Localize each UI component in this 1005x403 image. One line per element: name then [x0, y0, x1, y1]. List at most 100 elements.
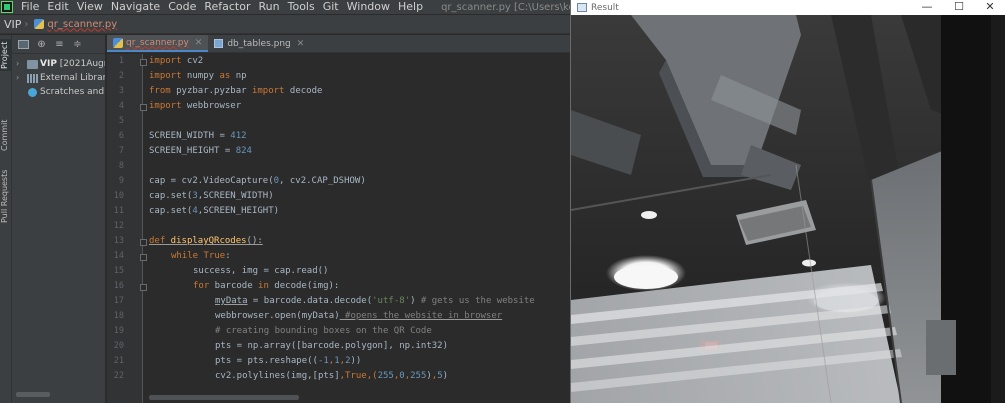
fold-marker-icon[interactable]	[140, 59, 147, 66]
line-number: 3	[118, 86, 124, 96]
line-number: 21	[113, 356, 124, 366]
menu-help[interactable]: Help	[394, 0, 427, 14]
menu-refactor[interactable]: Refactor	[200, 0, 254, 14]
close-tab-icon[interactable]: ✕	[297, 39, 305, 49]
code-line-10: cap.set(3,SCREEN_WIDTH)	[149, 191, 274, 201]
tool-tab-pull-requests[interactable]: Pull Requests	[0, 167, 12, 225]
editor-tab-bar: qr_scanner.py ✕ db_tables.png ✕	[107, 35, 570, 53]
line-number: 8	[118, 161, 124, 171]
expand-arrow-icon[interactable]: ›	[16, 57, 19, 71]
code-line-6: SCREEN_WIDTH = 412	[149, 131, 247, 141]
menu-run[interactable]: Run	[255, 0, 284, 14]
library-icon	[27, 74, 38, 83]
menu-code[interactable]: Code	[164, 0, 200, 14]
tree-item-label: External Libraries	[40, 73, 106, 83]
code-line-20: pts = np.array([barcode.polygon], np.int…	[215, 341, 448, 351]
navigation-bar: VIP › qr_scanner.py	[0, 15, 570, 34]
folder-icon	[27, 60, 38, 69]
left-tool-strip: Project Commit Pull Requests	[0, 35, 12, 403]
tool-tab-commit[interactable]: Commit	[0, 117, 12, 153]
code-line-22: cv2.polylines(img,[pts],True,(255,0,255)…	[215, 371, 449, 381]
line-number: 14	[113, 251, 124, 261]
fold-marker-icon[interactable]	[140, 239, 147, 246]
tab-qr-scanner[interactable]: qr_scanner.py ✕	[107, 35, 209, 52]
close-tab-icon[interactable]: ✕	[195, 38, 203, 48]
window-app-icon	[577, 3, 587, 12]
code-line-1: import cv2	[149, 56, 204, 66]
camera-frame	[571, 15, 1005, 403]
code-line-21: pts = pts.reshape((-1,1,2))	[215, 356, 362, 366]
image-file-icon	[214, 39, 224, 48]
menu-window[interactable]: Window	[343, 0, 394, 14]
code-line-17: myData = barcode.data.decode('utf-8') # …	[215, 296, 535, 306]
project-toolbar: ⊕ ≡ ≑	[12, 35, 105, 54]
line-number: 9	[118, 176, 124, 186]
maximize-button[interactable]: ☐	[943, 0, 975, 15]
tree-item-label: Scratches and Con	[40, 87, 105, 97]
line-number-gutter: 1 2 3 4 5 6 7 8 9 10 11 12 13 14 15 16 1…	[107, 54, 147, 403]
menu-git[interactable]: Git	[319, 0, 343, 14]
tab-db-tables[interactable]: db_tables.png ✕	[208, 35, 310, 52]
code-area[interactable]: 1 2 3 4 5 6 7 8 9 10 11 12 13 14 15 16 1…	[107, 54, 570, 403]
project-view-icon[interactable]	[18, 39, 29, 49]
code-line-15: success, img = cap.read()	[193, 266, 329, 276]
menu-tools[interactable]: Tools	[284, 0, 319, 14]
line-number: 13	[113, 236, 124, 246]
tab-label: db_tables.png	[227, 38, 291, 49]
line-number: 17	[113, 296, 124, 306]
expand-arrow-icon[interactable]: ›	[16, 71, 19, 85]
camera-feed-image	[571, 15, 1005, 403]
code-line-7: SCREEN_HEIGHT = 824	[149, 146, 252, 156]
collapse-all-icon[interactable]: ≑	[72, 39, 83, 50]
pycharm-window: File Edit View Navigate Code Refactor Ru…	[0, 0, 570, 403]
code-editor: qr_scanner.py ✕ db_tables.png ✕ 1 2 3 4 …	[107, 35, 570, 403]
locate-file-icon[interactable]: ⊕	[36, 39, 47, 50]
horizontal-scrollbar[interactable]	[16, 392, 50, 397]
menu-file[interactable]: File	[17, 0, 43, 14]
code-line-9: cap = cv2.VideoCapture(0, cv2.CAP_DSHOW)	[149, 176, 366, 186]
line-number: 12	[113, 221, 124, 231]
horizontal-scrollbar[interactable]	[149, 395, 299, 400]
code-line-11: cap.set(4,SCREEN_HEIGHT)	[149, 206, 280, 216]
expand-all-icon[interactable]: ≡	[54, 39, 65, 50]
tool-tab-project[interactable]: Project	[0, 39, 12, 71]
breadcrumb-project[interactable]: VIP	[0, 18, 24, 31]
code-line-4: import webbrowser	[149, 101, 242, 111]
code-line-3: from pyzbar.pyzbar import decode	[149, 86, 323, 96]
result-window: Result — ☐ ✕	[570, 0, 1005, 403]
line-number: 11	[113, 206, 124, 216]
minimize-button[interactable]: —	[911, 0, 943, 15]
menu-bar: File Edit View Navigate Code Refactor Ru…	[0, 0, 570, 14]
line-number: 19	[113, 326, 124, 336]
tree-item-vip[interactable]: › VIP [2021Augmen	[12, 57, 105, 71]
tree-item-label: VIP [2021Augmen	[40, 59, 105, 69]
menu-navigate[interactable]: Navigate	[107, 0, 164, 14]
line-number: 15	[113, 266, 124, 276]
line-number: 2	[118, 71, 124, 81]
fold-marker-icon[interactable]	[140, 284, 147, 291]
result-titlebar[interactable]: Result — ☐ ✕	[571, 0, 1005, 15]
line-number: 6	[118, 131, 124, 141]
line-number: 20	[113, 341, 124, 351]
fold-marker-icon[interactable]	[140, 104, 147, 111]
scratches-icon	[28, 88, 37, 97]
line-number: 10	[113, 191, 124, 201]
tree-item-external-libraries[interactable]: › External Libraries	[12, 71, 105, 85]
close-button[interactable]: ✕	[974, 0, 1005, 15]
tree-item-scratches[interactable]: Scratches and Con	[12, 85, 105, 99]
line-number: 5	[118, 116, 124, 126]
fold-marker-icon[interactable]	[140, 254, 147, 261]
line-number: 16	[113, 281, 124, 291]
line-number: 7	[118, 146, 124, 156]
project-panel: ⊕ ≡ ≑ › VIP [2021Augmen › External Libra…	[12, 35, 106, 403]
breadcrumb-file[interactable]: qr_scanner.py	[47, 19, 117, 30]
window-title: qr_scanner.py [C:\Users\kevin\OneDrive\D…	[441, 1, 570, 13]
code-text[interactable]: import cv2 import numpy as np from pyzba…	[149, 54, 570, 403]
code-line-18: webbrowser.open(myData) #opens the websi…	[215, 311, 503, 321]
code-line-19: # creating bounding boxes on the QR Code	[215, 326, 432, 336]
breadcrumb-separator-icon: ›	[24, 18, 29, 30]
menu-view[interactable]: View	[73, 0, 107, 14]
menu-edit[interactable]: Edit	[43, 0, 72, 14]
pycharm-logo-icon[interactable]	[1, 1, 13, 13]
line-number: 22	[113, 371, 124, 381]
